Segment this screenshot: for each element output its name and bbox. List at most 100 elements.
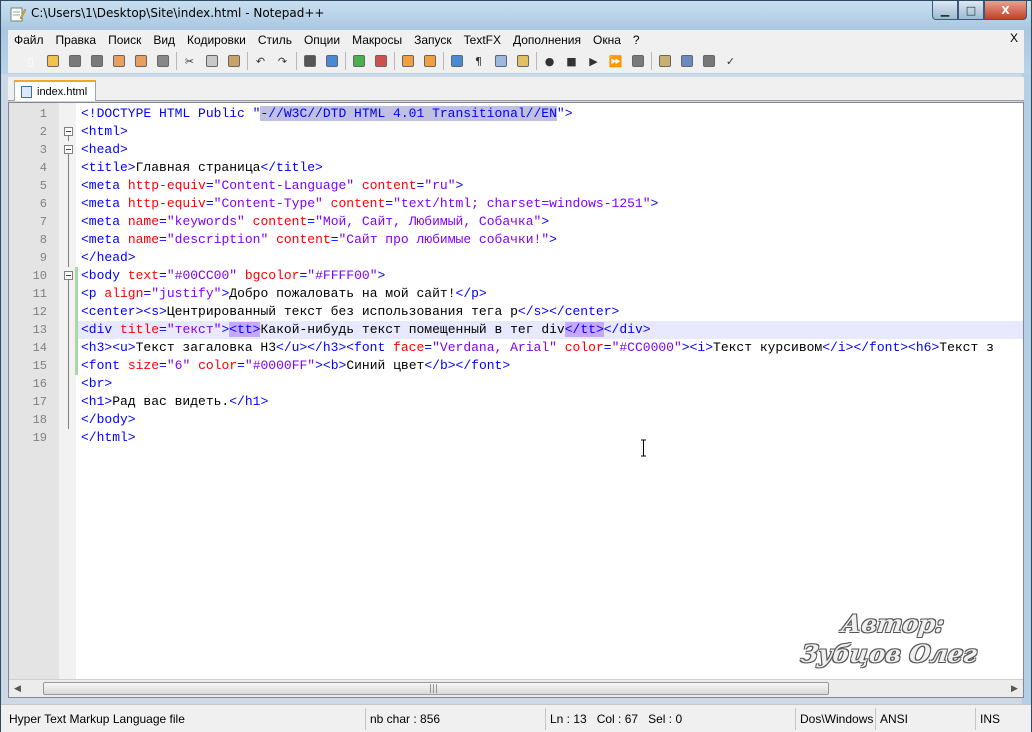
code-line: <head> [81, 142, 128, 157]
fold-toggle-icon[interactable] [64, 145, 73, 154]
menu-macro[interactable]: Макросы [346, 33, 408, 47]
toolbar-separator [296, 52, 297, 70]
sync-vertical-icon[interactable] [399, 53, 416, 70]
toolbar-separator [345, 52, 346, 70]
code-line: <p align="justify">Добро пожаловать на м… [81, 286, 487, 301]
line-number: 19 [32, 431, 47, 445]
line-number: 3 [39, 143, 47, 157]
scrollbar-thumb[interactable]: ||| [43, 682, 829, 695]
notepad-window: C:\Users\1\Desktop\Site\index.html - Not… [0, 0, 1032, 732]
spellcheck-icon[interactable]: ✓ [722, 53, 739, 70]
change-marker [75, 285, 78, 303]
title-bar[interactable]: C:\Users\1\Desktop\Site\index.html - Not… [1, 1, 1031, 27]
menu-edit[interactable]: Правка [50, 33, 103, 47]
code-line: <meta name="description" content="Сайт п… [81, 232, 557, 247]
line-number: 1 [39, 107, 47, 121]
change-marker [75, 339, 78, 357]
menu-help[interactable]: ? [627, 33, 646, 47]
tab-label: index.html [37, 85, 88, 98]
status-sel: Sel : 0 [648, 712, 683, 726]
line-number-margin: 1 2 3 4 5 6 7 8 9 10 11 12 13 14 15 16 17 18 19 [9, 103, 59, 679]
save-icon[interactable] [66, 53, 83, 70]
minimize-button[interactable]: ▁ [932, 1, 958, 20]
line-number: 16 [32, 377, 47, 391]
close-file-icon[interactable] [110, 53, 127, 70]
toolbar: ▯ ✂ ↶ ↷ ¶ ● ■ ▶ ⏩ ✓ [8, 49, 1024, 73]
ibeam-cursor-icon [641, 439, 646, 457]
undo-icon[interactable]: ↶ [252, 53, 269, 70]
menu-view[interactable]: Вид [147, 33, 181, 47]
status-insert-mode: INS [975, 708, 1027, 730]
menu-language[interactable]: Стиль [252, 33, 298, 47]
user-language-icon[interactable] [514, 53, 531, 70]
open-file-icon[interactable] [44, 53, 61, 70]
save-all-icon[interactable] [88, 53, 105, 70]
record-macro-icon[interactable]: ● [541, 53, 558, 70]
menu-textfx[interactable]: TextFX [458, 33, 507, 47]
code-line: </html> [81, 430, 136, 445]
new-file-icon[interactable]: ▯ [22, 53, 39, 70]
code-line: <meta http-equiv="Content-Type" content=… [81, 196, 659, 211]
tool-1-icon[interactable] [656, 53, 673, 70]
toolbar-separator [536, 52, 537, 70]
menu-encoding[interactable]: Кодировки [181, 33, 252, 47]
tool-2-icon[interactable] [678, 53, 695, 70]
status-line: Ln : 13 [550, 712, 587, 726]
fold-line [68, 154, 69, 267]
menu-file[interactable]: Файл [8, 33, 50, 47]
close-button[interactable]: X [984, 1, 1027, 20]
sync-horizontal-icon[interactable] [421, 53, 438, 70]
print-icon[interactable] [154, 53, 171, 70]
menu-window[interactable]: Окна [587, 33, 627, 47]
status-bar: Hyper Text Markup Language file nb char … [1, 704, 1031, 732]
fold-toggle-icon[interactable] [64, 127, 73, 136]
line-number: 8 [39, 233, 47, 247]
close-document-button[interactable]: X [1010, 31, 1018, 45]
save-macro-icon[interactable] [629, 53, 646, 70]
line-number: 15 [32, 359, 47, 373]
code-line: <h1>Рад вас видеть.</h1> [81, 394, 269, 409]
line-number: 2 [39, 125, 47, 139]
cut-icon[interactable]: ✂ [181, 53, 198, 70]
zoom-in-icon[interactable] [350, 53, 367, 70]
line-number: 4 [39, 161, 47, 175]
menu-plugins[interactable]: Дополнения [507, 33, 587, 47]
toolbar-separator [394, 52, 395, 70]
replace-icon[interactable] [323, 53, 340, 70]
find-icon[interactable] [301, 53, 318, 70]
code-area[interactable]: <!DOCTYPE HTML Public "-//W3C//DTD HTML … [76, 103, 1023, 679]
zoom-out-icon[interactable] [372, 53, 389, 70]
line-number: 14 [32, 341, 47, 355]
toolbar-separator [247, 52, 248, 70]
play-macro-icon[interactable]: ▶ [585, 53, 602, 70]
play-multiple-icon[interactable]: ⏩ [607, 53, 624, 70]
scroll-right-arrow-icon[interactable]: ▶ [1006, 680, 1023, 697]
line-number: 17 [32, 395, 47, 409]
menu-search[interactable]: Поиск [102, 33, 147, 47]
code-line: <br> [81, 376, 113, 391]
redo-icon[interactable]: ↷ [274, 53, 291, 70]
code-line: <h3><u>Текст загаловка Н3</u></h3><font … [81, 340, 994, 355]
line-number: 12 [32, 305, 47, 319]
close-all-icon[interactable] [132, 53, 149, 70]
line-number: 11 [32, 287, 47, 301]
tool-3-icon[interactable] [700, 53, 717, 70]
menu-settings[interactable]: Опции [298, 33, 346, 47]
fold-toggle-icon[interactable] [64, 271, 73, 280]
code-line: <body text="#00CC00" bgcolor="#FFFF00"> [81, 268, 386, 283]
menu-run[interactable]: Запуск [408, 33, 458, 47]
horizontal-scrollbar[interactable]: ◀ ||| ▶ [9, 679, 1023, 697]
word-wrap-icon[interactable] [448, 53, 465, 70]
tab-bar: index.html [8, 77, 1024, 101]
maximize-button[interactable]: □ [958, 1, 984, 20]
stop-record-icon[interactable]: ■ [563, 53, 580, 70]
tab-index-html[interactable]: index.html [14, 80, 96, 101]
copy-icon[interactable] [203, 53, 220, 70]
line-number: 10 [32, 269, 47, 283]
code-line: <font size="6" color="#0000FF"><b>Синий … [81, 358, 511, 373]
scroll-left-arrow-icon[interactable]: ◀ [9, 680, 26, 697]
paste-icon[interactable] [225, 53, 242, 70]
show-all-chars-icon[interactable]: ¶ [470, 53, 487, 70]
code-line: <meta http-equiv="Content-Language" cont… [81, 178, 464, 193]
indent-guide-icon[interactable] [492, 53, 509, 70]
